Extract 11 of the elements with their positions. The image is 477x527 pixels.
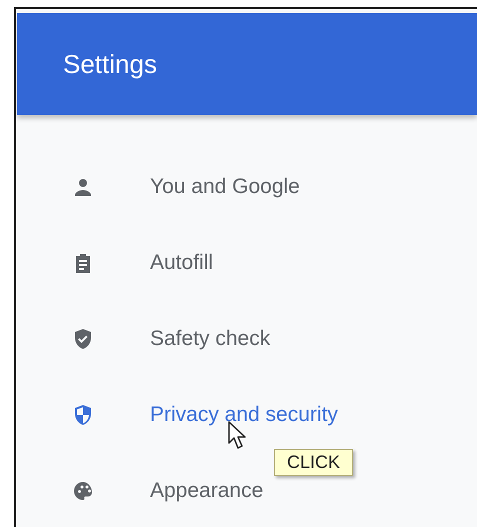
shield-icon [73,404,93,426]
shield-check-icon [73,328,93,350]
menu-item[interactable]: You and Google [17,149,300,225]
menu-item[interactable]: Autofill [17,225,214,301]
palette-icon [73,480,93,502]
page-title: Settings [63,48,157,80]
menu-item[interactable]: Appearance [17,453,264,527]
click-tooltip: CLICK [274,449,354,476]
clipboard-icon [73,252,93,274]
person-icon [73,176,93,198]
menu-item[interactable]: Safety check [17,301,270,377]
